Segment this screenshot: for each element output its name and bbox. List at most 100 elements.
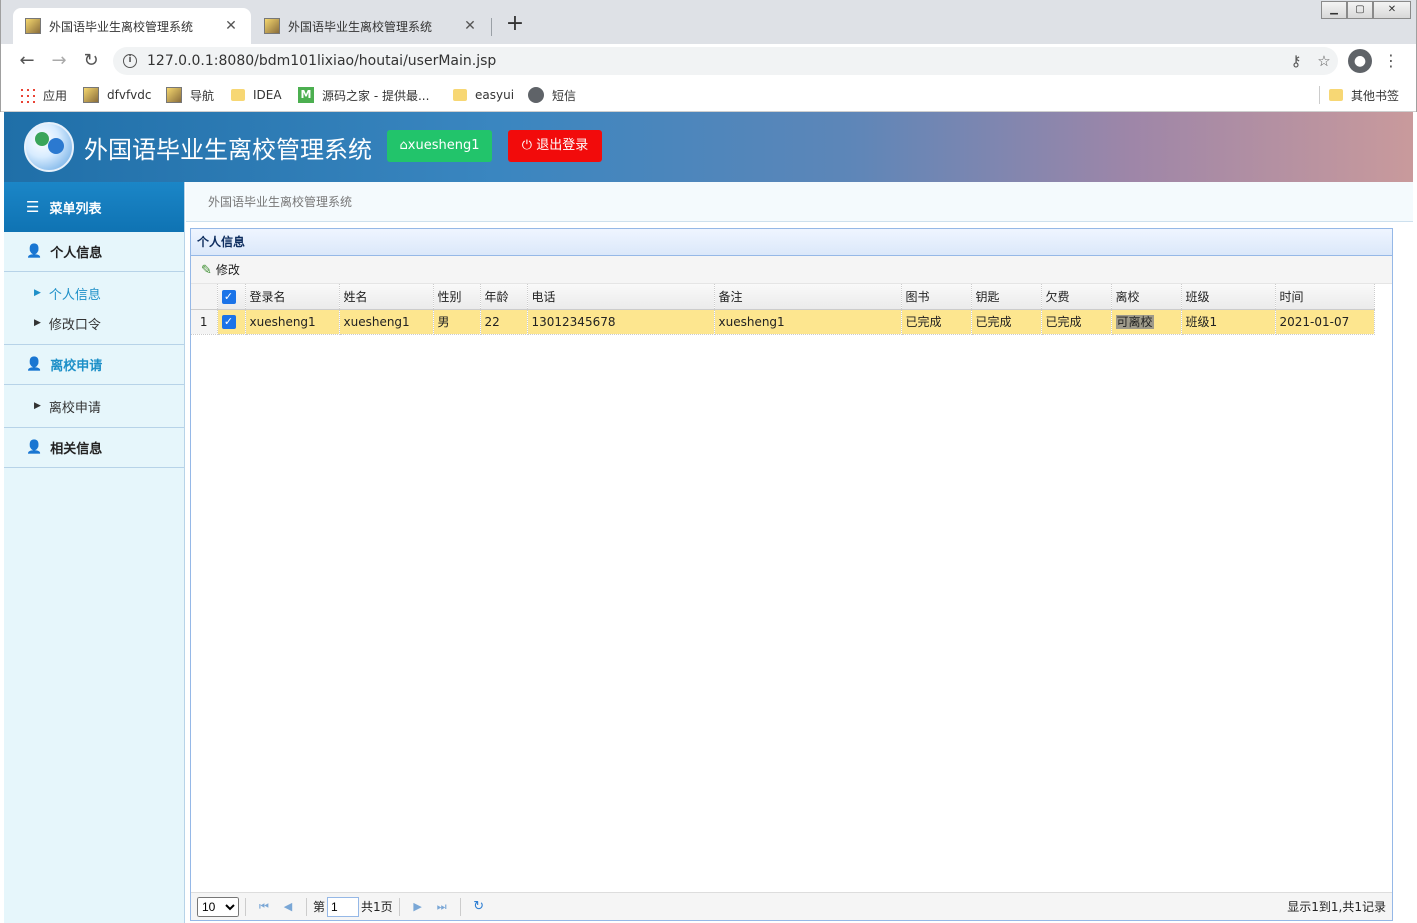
back-icon[interactable]: ←: [15, 49, 39, 73]
page-favicon-icon: [264, 18, 280, 34]
column-header[interactable]: 性别: [433, 284, 481, 310]
row-number-header: [191, 284, 218, 310]
next-page-icon[interactable]: ▶: [406, 900, 430, 913]
tab-title: 外国语毕业生离校管理系统: [288, 19, 433, 34]
column-header[interactable]: 欠费: [1041, 284, 1112, 310]
column-header[interactable]: 年龄: [480, 284, 528, 310]
column-header[interactable]: 时间: [1275, 284, 1375, 310]
browser-tab-1[interactable]: 外国语毕业生离校管理系统 ✕: [13, 8, 251, 44]
bookmark-yuanma[interactable]: M 源码之家 - 提供最...: [298, 86, 429, 104]
page-size-select[interactable]: 10: [197, 896, 239, 917]
pager-separator: [398, 897, 400, 916]
column-header[interactable]: 电话: [527, 284, 715, 310]
app-logo-icon: [24, 122, 74, 172]
address-bar[interactable]: i 127.0.0.1:8080/bdm101lixiao/houtai/use…: [113, 47, 1338, 75]
cell-gender: 男: [433, 309, 481, 335]
cell-name: xuesheng1: [339, 309, 434, 335]
maximize-icon[interactable]: ▢: [1347, 1, 1373, 19]
sidebar-group-leave-items: ▶ 离校申请: [4, 385, 184, 428]
bookmark-dfvfvdc[interactable]: dfvfvdc: [83, 86, 151, 104]
close-tab-icon[interactable]: ✕: [223, 18, 239, 34]
power-icon: ⏻: [521, 138, 537, 153]
folder-icon: [231, 89, 245, 101]
browser-chrome: 外国语毕业生离校管理系统 ✕ 外国语毕业生离校管理系统 ✕ + ▁ ▢ ✕ ← …: [0, 0, 1417, 112]
pager-separator: [459, 897, 461, 916]
app-header: 外国语毕业生离校管理系统 ⌂xuesheng1 ⏻ 退出登录: [4, 112, 1413, 182]
url-text[interactable]: 127.0.0.1:8080/bdm101lixiao/houtai/userM…: [147, 53, 1282, 69]
first-page-icon[interactable]: ⏮: [252, 900, 276, 914]
image-icon: [83, 87, 99, 103]
cell-books: 已完成: [901, 309, 972, 335]
bookmark-nav[interactable]: 导航: [166, 86, 214, 104]
column-header[interactable]: 离校: [1111, 284, 1182, 310]
caret-right-icon: ▶: [34, 318, 41, 328]
refresh-icon[interactable]: ↻: [467, 899, 491, 914]
bookmark-other[interactable]: 其他书签: [1329, 86, 1399, 104]
pager-separator: [306, 897, 307, 916]
leave-status-badge: 可离校: [1115, 315, 1154, 329]
sidebar-item-personal-info[interactable]: ▶ 个人信息: [4, 278, 184, 308]
new-tab-icon[interactable]: +: [503, 12, 527, 36]
browser-tab-2[interactable]: 外国语毕业生离校管理系统 ✕: [252, 8, 490, 44]
bookmark-apps[interactable]: 应用: [19, 86, 67, 104]
cell-class: 班级1: [1181, 309, 1276, 335]
column-header[interactable]: 姓名: [339, 284, 434, 310]
sidebar-group-leave[interactable]: 👤 离校申请: [4, 345, 184, 385]
column-header[interactable]: 登录名: [245, 284, 340, 310]
menu-kebab-icon[interactable]: ⋮: [1381, 49, 1401, 73]
sidebar-item-leave-apply[interactable]: ▶ 离校申请: [4, 391, 184, 421]
minimize-icon[interactable]: ▁: [1321, 1, 1347, 19]
user-button[interactable]: ⌂xuesheng1: [387, 130, 492, 162]
sidebar-item-change-password[interactable]: ▶ 修改口令: [4, 308, 184, 338]
bookmark-idea[interactable]: IDEA: [231, 86, 282, 104]
reload-icon[interactable]: ↻: [79, 49, 103, 73]
m-site-icon: M: [298, 87, 314, 103]
table-row[interactable]: 1 ✓ xuesheng1 xuesheng1 男 22 13012345678…: [191, 309, 1375, 335]
tab-title: 外国语毕业生离校管理系统: [49, 19, 194, 34]
close-tab-icon[interactable]: ✕: [462, 18, 478, 34]
page-favicon-icon: [25, 18, 41, 34]
globe-icon: [528, 87, 544, 103]
sidebar-group-personal[interactable]: 👤 个人信息: [4, 232, 184, 272]
prev-page-icon[interactable]: ◀: [276, 900, 300, 913]
sidebar-group-personal-items: ▶ 个人信息 ▶ 修改口令: [4, 272, 184, 345]
star-icon[interactable]: ☆: [1310, 52, 1338, 70]
window-close-icon[interactable]: ✕: [1373, 1, 1411, 19]
list-icon: ☰: [26, 198, 40, 216]
column-header[interactable]: 钥匙: [971, 284, 1042, 310]
caret-right-icon: ▶: [34, 401, 41, 411]
site-info-icon[interactable]: i: [123, 54, 137, 68]
apps-icon: [19, 87, 35, 103]
bookmark-separator: [1319, 86, 1320, 104]
select-all-checkbox[interactable]: ✓: [217, 284, 246, 310]
bookmark-sms[interactable]: 短信: [528, 86, 576, 104]
sidebar-group-related[interactable]: 👤 相关信息: [4, 428, 184, 468]
user-icon: 👤: [26, 244, 43, 259]
cell-remark: xuesheng1: [714, 309, 902, 335]
key-icon[interactable]: ⚷: [1282, 52, 1310, 70]
user-icon: 👤: [26, 357, 43, 372]
column-header[interactable]: 图书: [901, 284, 972, 310]
row-checkbox[interactable]: ✓: [217, 309, 246, 335]
pager-separator: [245, 897, 246, 916]
page-number-input[interactable]: [327, 896, 360, 917]
bookmark-easyui[interactable]: easyui: [453, 86, 514, 104]
column-header[interactable]: 班级: [1181, 284, 1276, 310]
edit-button[interactable]: ✎ 修改: [201, 261, 240, 278]
profile-avatar-icon[interactable]: ●: [1348, 49, 1372, 73]
browser-toolbar: ← → ↻ i 127.0.0.1:8080/bdm101lixiao/hout…: [1, 44, 1416, 78]
cell-arrears: 已完成: [1041, 309, 1112, 335]
tab-strip: 外国语毕业生离校管理系统 ✕ 外国语毕业生离校管理系统 ✕ + ▁ ▢ ✕: [1, 0, 1416, 44]
last-page-icon[interactable]: ⏭: [430, 900, 454, 914]
pencil-icon: ✎: [201, 263, 212, 278]
logout-button[interactable]: ⏻ 退出登录: [508, 130, 602, 162]
checkbox-checked-icon: ✓: [221, 289, 236, 304]
row-number: 1: [191, 309, 218, 335]
column-header[interactable]: 备注: [714, 284, 902, 310]
sidebar: ☰ 菜单列表 👤 个人信息 ▶ 个人信息 ▶ 修改口令 👤 离校申请 ▶ 离校申…: [4, 182, 185, 923]
bookmarks-bar: 应用 dfvfvdc 导航 IDEA M 源码之家 - 提供最... easyu…: [1, 78, 1416, 112]
caret-right-icon: ▶: [34, 288, 41, 298]
pager-info: 显示1到1,共1记录: [1287, 900, 1386, 914]
forward-icon[interactable]: →: [47, 49, 71, 73]
folder-icon: [1329, 89, 1343, 101]
